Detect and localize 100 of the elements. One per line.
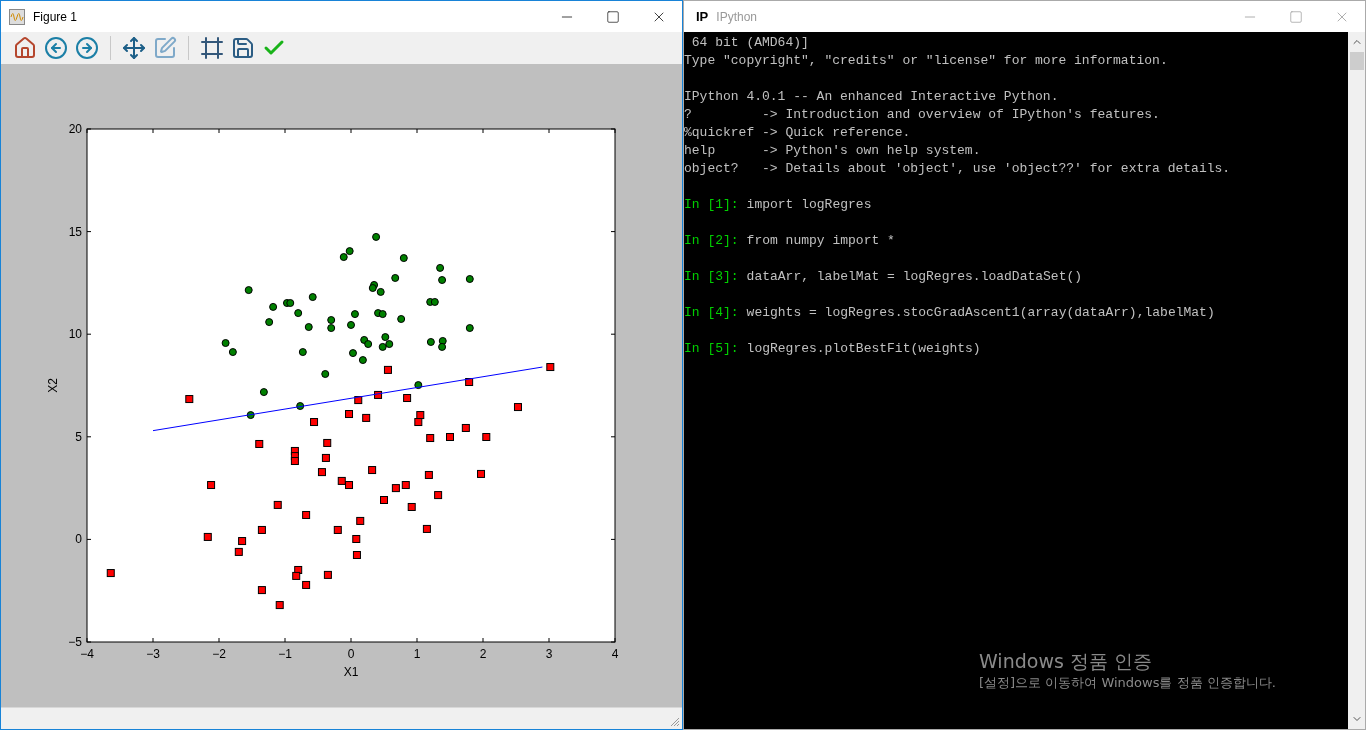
circle-marker [385,340,394,349]
square-marker [416,411,425,420]
square-marker [273,500,282,509]
square-marker [380,496,388,504]
square-marker [337,476,346,485]
circle-marker [298,348,307,357]
circle-marker [327,316,336,325]
circle-marker [296,402,305,410]
circle-marker [327,324,336,333]
y-tick-label: 0 [75,532,82,547]
square-marker [317,468,326,477]
input-prompt: In [5]: [684,340,739,358]
x-tick-label: 3 [545,647,553,661]
circle-marker [378,310,387,319]
circle-marker [438,342,447,351]
circle-marker [436,263,445,272]
frame-icon[interactable] [200,36,224,60]
square-marker [207,481,216,489]
input-prompt: In [3]: [684,268,739,286]
square-marker [323,570,332,579]
circle-marker [228,348,237,357]
x-axis-label: X1 [343,665,359,679]
circle-marker [358,356,367,365]
pencil-note-icon[interactable] [153,36,177,60]
circle-marker [426,338,435,346]
circle-marker [399,254,408,263]
square-marker [238,537,247,546]
y-tick-label: −5 [68,635,82,649]
input-prompt: In [2]: [684,232,739,250]
square-marker [424,470,433,479]
circle-marker [304,323,313,331]
circle-marker [345,247,354,256]
circle-marker [321,370,330,378]
square-marker [514,403,522,412]
resize-grip-icon[interactable] [670,717,680,727]
square-marker [414,418,423,427]
circle-marker [438,276,447,285]
circle-marker [438,336,447,345]
scrollbar-thumb[interactable] [1349,52,1364,70]
waveform-app-icon [9,8,25,25]
square-marker [255,440,264,448]
square-marker [310,418,319,427]
circle-marker [397,315,406,323]
square-marker [354,396,363,405]
circle-marker [381,333,390,342]
input-code-text: dataArr, labelMat = logRegres.loadDataSet() [746,268,1083,286]
home-icon[interactable] [13,36,37,60]
maximize-icon[interactable] [1289,9,1303,24]
maximize-icon[interactable] [606,9,620,24]
square-marker [257,525,266,534]
move-arrows-icon[interactable] [122,36,146,60]
window-title: Figure 1 [33,8,78,26]
input-prompt: In [4]: [684,304,739,322]
square-marker [185,395,194,404]
console-output: ? -> Introduction and overview of IPython's features. [684,106,1161,124]
x-tick-label: 4 [611,647,619,661]
y-tick-label: 15 [68,224,82,239]
square-marker [465,378,474,386]
x-tick-label: −4 [80,647,94,661]
activation-title: Windows 정품 인증 [979,649,1153,673]
square-marker [461,424,470,432]
square-marker [203,532,212,541]
circle-marker [372,232,381,241]
square-marker [345,410,353,418]
circle-marker [368,284,377,293]
square-marker [352,535,361,543]
circle-marker [244,286,253,295]
square-marker [477,469,485,478]
square-marker [374,390,383,399]
console-output: object? -> Details about 'object', use 'object??' for extra details. [684,160,1232,178]
save-icon[interactable] [231,36,255,60]
x-tick-label: 1 [413,647,421,661]
circle-marker [269,302,278,311]
circle-marker [414,381,423,390]
circle-marker [465,275,474,283]
square-marker [422,524,431,533]
console-output: help -> Python's own help system. [684,142,982,160]
square-marker [383,365,392,374]
input-code-text: logRegres.plotBestFit(weights) [746,340,981,358]
input-code-text: from numpy import * [746,232,895,250]
circle-marker [246,411,255,420]
square-marker [292,571,301,580]
square-marker [106,569,115,578]
x-tick-label: −3 [146,647,160,661]
square-marker [321,453,330,462]
scrollbar[interactable] [1348,32,1365,729]
window-title: IPython [716,8,757,26]
square-marker [257,586,266,595]
square-marker [352,551,361,559]
circle-marker [378,342,387,351]
y-axis-label: X2 [46,378,60,393]
circle-marker [339,253,348,262]
console-output: 64 bit (AMD64)] [690,34,810,52]
square-marker [403,394,412,402]
circle-marker [376,287,385,296]
y-tick-label: 10 [68,327,82,342]
console-output: IPython 4.0.1 -- An enhanced Interactive Python. [684,88,1060,106]
square-marker [302,511,311,519]
square-marker [546,363,555,372]
square-marker [446,433,454,441]
